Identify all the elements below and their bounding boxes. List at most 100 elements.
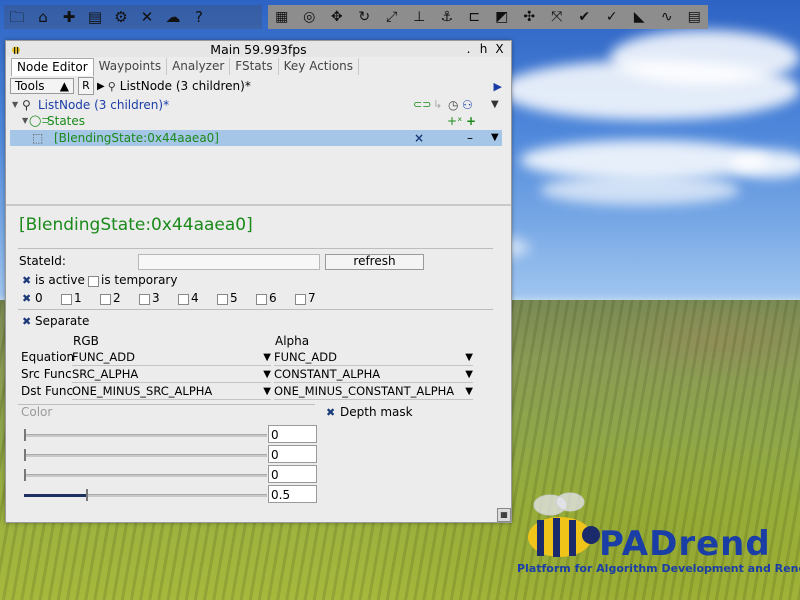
check-icon[interactable]: ✓ <box>598 5 626 29</box>
dst-rgb-select[interactable]: ONE_MINUS_SRC_ALPHA ▼ <box>72 384 271 400</box>
equation-rgb-value: FUNC_ADD <box>72 350 135 364</box>
window-title: Main 59.993fps <box>210 42 307 57</box>
tree-row-blending[interactable]: ⬚ [BlendingState:0x44aaea0] × – ▼ <box>10 130 502 146</box>
tab-analyzer[interactable]: Analyzer <box>167 58 231 75</box>
color-r-input[interactable]: 0 <box>268 425 317 443</box>
tab-waypoints[interactable]: Waypoints <box>94 58 168 75</box>
splitter[interactable] <box>6 204 511 206</box>
minimize-button[interactable]: . <box>461 41 476 57</box>
resize-handle-icon[interactable]: ▦ <box>497 508 511 522</box>
table-icon[interactable]: ▦ <box>268 5 296 29</box>
clock-icon[interactable]: ◷ <box>448 97 458 113</box>
color-a-input[interactable]: 0.5 <box>268 485 317 503</box>
gear-icon[interactable]: ⚙ <box>108 5 134 29</box>
expand-icon[interactable]: ▼ <box>22 113 28 129</box>
divider <box>18 309 493 310</box>
state-icon: ⬚ <box>32 131 44 145</box>
folder-icon[interactable]: 🗀 <box>4 5 30 29</box>
flag-icon[interactable]: ◣ <box>626 5 654 29</box>
src-func-label: Src Func <box>21 367 72 381</box>
group-icon[interactable]: ⚇ <box>462 97 473 113</box>
window-titlebar[interactable]: Main 59.993fps . h X <box>6 41 511 57</box>
translate-icon[interactable]: ⤧ <box>543 5 571 29</box>
terrain-icon[interactable]: ◩ <box>488 5 516 29</box>
color-b-input[interactable]: 0 <box>268 465 317 483</box>
triangle-up-icon: ▲ <box>59 79 69 93</box>
hide-button[interactable]: h <box>476 41 491 57</box>
camera-icon[interactable]: ◎ <box>296 5 324 29</box>
play-icon[interactable]: ▶ <box>97 81 105 92</box>
arrow-icon[interactable]: ↳ <box>433 97 442 113</box>
tools-button[interactable]: Tools ▲ <box>10 78 74 94</box>
slider-thumb[interactable] <box>24 429 26 441</box>
refresh-button[interactable]: refresh <box>325 254 424 270</box>
remove-icon[interactable]: × <box>414 130 424 146</box>
tree-row-listnode[interactable]: ▼ ⚲ ListNode (3 children)* ⊂⊃ ↳ ◷ ⚇ ▼ <box>10 97 502 113</box>
rotate-icon[interactable]: ↻ <box>351 5 379 29</box>
link-icon[interactable]: ⊂⊃ <box>413 97 431 113</box>
height-icon[interactable]: ⊥ <box>406 5 434 29</box>
chevron-down-icon: ▼ <box>263 352 271 363</box>
color-a-slider[interactable] <box>24 489 267 501</box>
color-g-slider[interactable] <box>24 449 267 461</box>
tab-fstats[interactable]: FStats <box>230 58 279 75</box>
weather-icon[interactable]: ☁ <box>160 5 186 29</box>
slot-2-checkbox[interactable] <box>100 294 111 305</box>
add-special-icon[interactable]: +ˣ <box>447 113 462 129</box>
color-r-slider[interactable] <box>24 429 267 441</box>
slider-thumb[interactable] <box>24 469 26 481</box>
reset-button[interactable]: R <box>78 77 94 95</box>
slot-4-checkbox[interactable] <box>178 294 189 305</box>
puzzle-icon[interactable]: ✚ <box>56 5 82 29</box>
node-icon: ⚲ <box>107 79 116 93</box>
breadcrumb-path[interactable]: ListNode (3 children)* <box>120 79 251 93</box>
forward-arrow-icon[interactable]: ▶ <box>494 80 502 93</box>
color-b-slider[interactable] <box>24 469 267 481</box>
add-icon[interactable]: + <box>466 113 476 129</box>
divider <box>18 248 493 249</box>
src-alpha-select[interactable]: CONSTANT_ALPHA ▼ <box>274 367 473 383</box>
slot-5-label: 5 <box>230 291 238 305</box>
separate-checkbox[interactable]: ✖ <box>22 316 31 327</box>
move-icon[interactable]: ✥ <box>323 5 351 29</box>
bee-logo-icon <box>528 492 600 557</box>
transform-icon[interactable]: ✣ <box>516 5 544 29</box>
equation-alpha-select[interactable]: FUNC_ADD ▼ <box>274 350 473 366</box>
tree-row-states[interactable]: ▼ ◯⊃ States +ˣ + <box>10 113 502 129</box>
slot-0-checkbox[interactable]: ✖ <box>22 293 31 304</box>
check-icon[interactable]: ✔ <box>571 5 599 29</box>
slot-3-checkbox[interactable] <box>139 294 150 305</box>
tools-icon[interactable]: ✕ <box>134 5 160 29</box>
house-icon[interactable]: ⌂ <box>30 5 56 29</box>
measure-icon[interactable]: ⊏ <box>461 5 489 29</box>
expand-icon[interactable]: ▼ <box>12 97 18 113</box>
src-rgb-select[interactable]: SRC_ALPHA ▼ <box>72 367 271 383</box>
tab-key-actions[interactable]: Key Actions <box>279 58 360 75</box>
notes-icon[interactable]: ▤ <box>681 5 709 29</box>
dropdown-icon[interactable]: ▼ <box>491 130 499 146</box>
dst-alpha-select[interactable]: ONE_MINUS_CONSTANT_ALPHA ▼ <box>274 384 473 400</box>
slider-thumb[interactable] <box>86 489 89 501</box>
slider-thumb[interactable] <box>24 449 26 461</box>
path-icon[interactable]: ∿ <box>653 5 681 29</box>
is-active-checkbox[interactable]: ✖ <box>22 275 31 286</box>
scale-icon[interactable]: ⤢ <box>378 5 406 29</box>
slot-7-checkbox[interactable] <box>295 294 306 305</box>
slot-5-checkbox[interactable] <box>217 294 228 305</box>
close-button[interactable]: X <box>492 41 507 57</box>
slot-6-checkbox[interactable] <box>256 294 267 305</box>
stateid-input[interactable] <box>138 254 320 270</box>
slider-fill <box>24 494 88 497</box>
color-g-input[interactable]: 0 <box>268 445 317 463</box>
slot-1-checkbox[interactable] <box>61 294 72 305</box>
depth-mask-checkbox[interactable]: ✖ <box>326 407 335 418</box>
dropdown-icon[interactable]: ▼ <box>491 97 499 113</box>
anchor-icon[interactable]: ⚓ <box>433 5 461 29</box>
tab-node-editor[interactable]: Node Editor <box>11 58 94 76</box>
help-icon[interactable]: ? <box>186 5 212 29</box>
list-icon[interactable]: ▤ <box>82 5 108 29</box>
equation-rgb-select[interactable]: FUNC_ADD ▼ <box>72 350 271 366</box>
logo-subtitle: Platform for Algorithm Development and R… <box>517 562 800 575</box>
collapse-icon[interactable]: – <box>467 130 473 146</box>
is-temporary-checkbox[interactable] <box>88 276 99 287</box>
